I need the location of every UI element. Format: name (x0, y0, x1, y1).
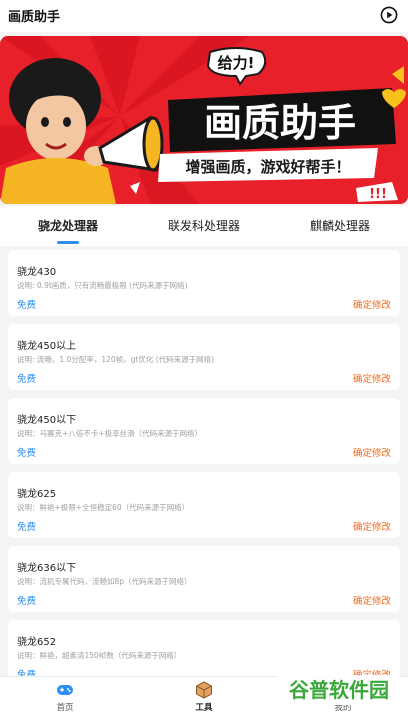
banner-title: 画质助手 (204, 101, 356, 145)
price-label: 免费 (17, 448, 37, 459)
list-item[interactable]: 骁龙652 说明：鲜艳，超素清150帧数（代码来源于网络） 免费 确定修改 (8, 620, 400, 676)
app-screen: 画质助手 给力! 画质助手 增强画质，游戏好帮手！ !!! 骁龙处理器 联发科处… (0, 0, 408, 717)
nav-home-label: 首页 (56, 703, 74, 713)
list-item[interactable]: 骁龙450以下 说明：马赛克+八倍不卡+极享丝滑（代码来源于网络） 免费 确定修… (8, 398, 400, 464)
confirm-modify-button[interactable]: 确定修改 (353, 445, 391, 459)
confirm-modify-button[interactable]: 确定修改 (353, 519, 391, 533)
card-description: 说明：马赛克+八倍不卡+极享丝滑（代码来源于网络） (17, 429, 203, 438)
play-circle-icon[interactable] (380, 6, 398, 24)
price-label: 免费 (17, 596, 37, 607)
nav-home[interactable]: 首页 (35, 681, 95, 713)
card-description: 说明: 0.9t画质，只有流畅最极限 (代码来源于网络) (17, 281, 188, 290)
list-item[interactable]: 骁龙450以上 说明: 流畅，1.0分配率，120帧，gt优化 (代码来源于网络… (8, 324, 400, 390)
tab-snapdragon[interactable]: 骁龙处理器 (18, 206, 118, 246)
confirm-modify-button[interactable]: 确定修改 (353, 371, 391, 385)
price-label: 免费 (17, 374, 37, 385)
price-label: 免费 (17, 300, 37, 311)
top-bar: 画质助手 (0, 0, 408, 32)
tab-kirin[interactable]: 麒麟处理器 (290, 206, 390, 246)
nav-tools[interactable]: 工具 (174, 681, 234, 713)
card-description: 说明：鲜艳，超素清150帧数（代码来源于网络） (17, 651, 182, 660)
price-label: 免费 (17, 670, 37, 676)
card-description: 说明：鲜艳+极限+全恒稳定60（代码来源于网络） (17, 503, 190, 512)
banner-bubble-text: 给力! (218, 54, 255, 72)
watermark-text: 谷普软件园 (289, 678, 389, 702)
banner-slogan: 增强画质，游戏好帮手！ (185, 158, 350, 176)
site-watermark-logo: 谷普软件园 (278, 675, 400, 705)
card-title: 骁龙652 (17, 637, 57, 648)
list-item[interactable]: 骁龙636以下 说明：流机专属代码，流畅如8p（代码来源于网络） 免费 确定修改 (8, 546, 400, 612)
box-icon (196, 681, 212, 699)
card-title: 骁龙625 (17, 489, 57, 500)
card-description: 说明: 流畅，1.0分配率，120帧，gt优化 (代码来源于网络) (17, 355, 215, 364)
preset-list[interactable]: 骁龙430 说明: 0.9t画质，只有流畅最极限 (代码来源于网络) 免费 确定… (0, 246, 408, 676)
banner-exclaim: !!! (369, 187, 387, 202)
card-title: 骁龙450以下 (17, 415, 77, 426)
card-title: 骁龙636以下 (17, 563, 77, 574)
card-title: 骁龙450以上 (17, 341, 77, 352)
price-label: 免费 (17, 522, 37, 533)
banner-artwork: 给力! 画质助手 增强画质，游戏好帮手！ !!! (0, 36, 408, 204)
gamepad-icon (57, 685, 73, 695)
active-tab-indicator (57, 241, 79, 244)
list-item[interactable]: 骁龙625 说明：鲜艳+极限+全恒稳定60（代码来源于网络） 免费 确定修改 (8, 472, 400, 538)
nav-tools-label: 工具 (195, 703, 213, 713)
confirm-modify-button[interactable]: 确定修改 (353, 297, 391, 311)
app-title: 画质助手 (8, 10, 61, 25)
processor-tabs: 骁龙处理器 联发科处理器 麒麟处理器 (0, 206, 408, 246)
card-title: 骁龙430 (17, 267, 57, 278)
confirm-modify-button[interactable]: 确定修改 (353, 593, 391, 607)
tab-mediatek[interactable]: 联发科处理器 (154, 206, 254, 246)
card-description: 说明：流机专属代码，流畅如8p（代码来源于网络） (17, 577, 192, 586)
promo-banner[interactable]: 给力! 画质助手 增强画质，游戏好帮手！ !!! (0, 36, 408, 204)
list-item[interactable]: 骁龙430 说明: 0.9t画质，只有流畅最极限 (代码来源于网络) 免费 确定… (8, 250, 400, 316)
